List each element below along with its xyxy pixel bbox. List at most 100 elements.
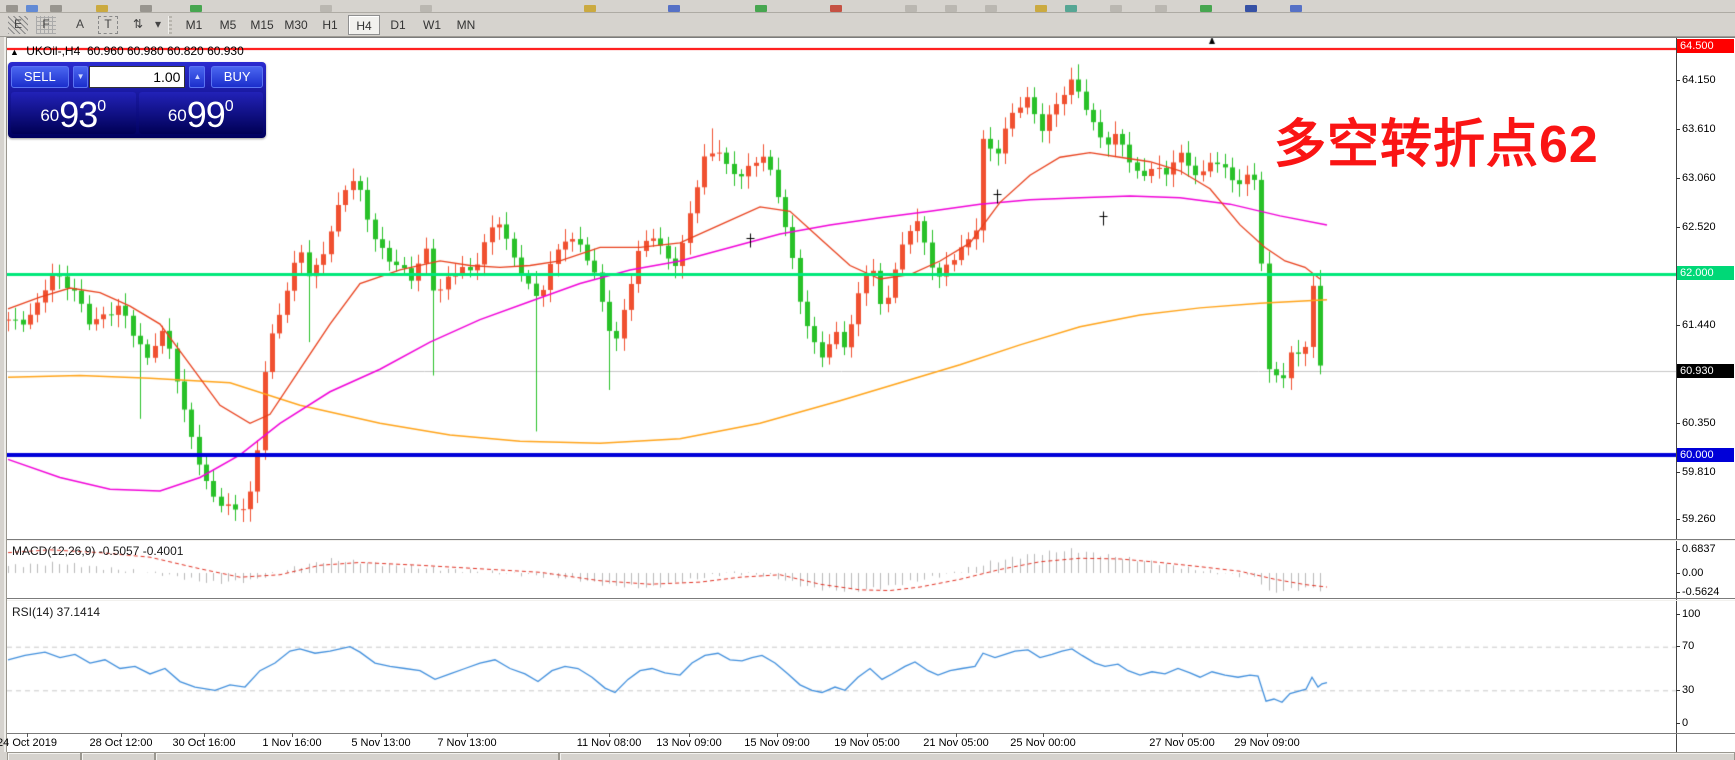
- price-axis-border: [1676, 38, 1677, 752]
- date-axis-label: 24 Oct 2019: [0, 737, 57, 749]
- price-axis-label: 59.260: [1682, 513, 1716, 525]
- timeframe-button-h1[interactable]: H1: [314, 15, 346, 35]
- text-icon[interactable]: A: [70, 16, 90, 34]
- date-axis-label: 25 Nov 00:00: [1010, 737, 1076, 749]
- volume-increase-button[interactable]: ▲: [189, 66, 206, 88]
- chart-annotation-text: 多空转折点62: [1274, 116, 1599, 174]
- timeframe-button-h4[interactable]: H4: [348, 15, 380, 35]
- toolbar-icon-clipped[interactable]: [1245, 5, 1257, 12]
- macd-axis-tick: [1676, 573, 1680, 574]
- buy-price-sup: 0: [224, 98, 234, 115]
- buy-price-display[interactable]: 60990: [138, 92, 263, 135]
- rsi-label: RSI(14) 37.1414: [12, 605, 101, 619]
- price-axis-tick: [1676, 129, 1680, 130]
- status-bar-segment[interactable]: [155, 752, 559, 760]
- status-bar-segment[interactable]: [559, 752, 1735, 760]
- date-axis-tick: [381, 733, 382, 737]
- date-axis-tick: [1267, 733, 1268, 737]
- toolbar-icon-clipped[interactable]: [1290, 5, 1302, 12]
- toolbar-top: [0, 0, 1735, 13]
- toolbar-icon-clipped[interactable]: [830, 5, 842, 12]
- date-axis-tick: [292, 733, 293, 737]
- toolbar-icon-clipped[interactable]: [26, 5, 38, 12]
- timeframe-button-m5[interactable]: M5: [212, 15, 244, 35]
- toolbar-icon-clipped[interactable]: [320, 5, 332, 12]
- panel-divider-2[interactable]: [7, 600, 1735, 601]
- arrows-icon[interactable]: ⇅: [128, 16, 148, 34]
- price-axis-label: 64.150: [1682, 74, 1716, 86]
- panel-divider-1[interactable]: [7, 540, 1735, 541]
- price-axis-badge: 64.500: [1677, 39, 1734, 53]
- dropdown-caret-icon[interactable]: ▾: [148, 16, 168, 34]
- date-axis-label: 19 Nov 05:00: [834, 737, 900, 749]
- toolbar-icon-clipped[interactable]: [50, 5, 62, 12]
- date-axis-tick: [204, 733, 205, 737]
- toolbar-icon-clipped[interactable]: [1065, 5, 1077, 12]
- macd-axis-tick: [1676, 549, 1680, 550]
- one-click-trade-panel: SELL ▼ ▲ BUY 60930 60990: [8, 62, 266, 138]
- status-bar-segment[interactable]: [81, 752, 155, 760]
- price-axis-tick: [1676, 325, 1680, 326]
- sell-price-display[interactable]: 60930: [11, 92, 136, 135]
- toolbar-icon-clipped[interactable]: [755, 5, 767, 12]
- price-axis-label: 60.350: [1682, 417, 1716, 429]
- date-axis-label: 27 Nov 05:00: [1149, 737, 1215, 749]
- timeframe-button-m30[interactable]: M30: [280, 15, 312, 35]
- collapse-triangle-icon[interactable]: ▲: [10, 47, 19, 57]
- timeframe-button-m1[interactable]: M1: [178, 15, 210, 35]
- toolbar-icon-clipped[interactable]: [945, 5, 957, 12]
- equidistant-channel-icon[interactable]: E: [8, 16, 28, 34]
- chart-left-frame: [0, 37, 7, 760]
- date-axis-label: 7 Nov 13:00: [437, 737, 497, 749]
- fibonacci-icon[interactable]: F: [36, 16, 56, 34]
- timeframe-button-w1[interactable]: W1: [416, 15, 448, 35]
- volume-input[interactable]: [89, 66, 186, 88]
- price-axis-badge: 62.000: [1677, 266, 1734, 280]
- mt4-window: E F A T ⇅ ▾ M1 M5 M15 M30 H1 H4 D1 W1 MN ▲ UKOil-,H4 6…: [0, 0, 1735, 760]
- toolbar-icon-clipped[interactable]: [584, 5, 596, 12]
- macd-axis-label: 0.6837: [1682, 543, 1716, 555]
- price-axis-label: 63.610: [1682, 123, 1716, 135]
- timeframe-button-mn[interactable]: MN: [450, 15, 482, 35]
- toolbar-icon-clipped[interactable]: [668, 5, 680, 12]
- toolbar-icon-clipped[interactable]: [190, 5, 202, 12]
- timeframe-button-m15[interactable]: M15: [246, 15, 278, 35]
- status-bar-segment[interactable]: [7, 752, 81, 760]
- rsi-axis-label: 0: [1682, 717, 1689, 729]
- sell-price-sup: 0: [97, 98, 107, 115]
- buy-price-small: 60: [167, 106, 187, 125]
- toolbar-icon-clipped[interactable]: [1035, 5, 1047, 12]
- symbol-name: UKOil-,H4: [26, 44, 81, 58]
- toolbar-icon-clipped[interactable]: [985, 5, 997, 12]
- rsi-axis-label: 100: [1682, 608, 1701, 620]
- price-axis-label: 59.810: [1682, 466, 1716, 478]
- timeframe-button-d1[interactable]: D1: [382, 15, 414, 35]
- toolbar-icon-clipped[interactable]: [96, 5, 108, 12]
- toolbar-icon-clipped[interactable]: [140, 5, 152, 12]
- toolbar-icon-clipped[interactable]: [905, 5, 917, 12]
- toolbar-icon-clipped[interactable]: [1110, 5, 1122, 12]
- buy-price-big: 99: [186, 94, 226, 135]
- rsi-axis-tick: [1676, 690, 1680, 691]
- toolbar-grip[interactable]: [168, 16, 172, 34]
- buy-button[interactable]: BUY: [211, 66, 263, 88]
- sell-button[interactable]: SELL: [11, 66, 69, 88]
- toolbar-icon-clipped[interactable]: [420, 5, 432, 12]
- symbol-header: ▲ UKOil-,H4 60.960 60.980 60.820 60.930: [10, 44, 244, 58]
- date-axis-tick: [1182, 733, 1183, 737]
- date-axis-label: 11 Nov 08:00: [576, 737, 642, 749]
- price-axis-tick: [1676, 423, 1680, 424]
- price-axis-tick: [1676, 227, 1680, 228]
- date-axis-label: 13 Nov 09:00: [656, 737, 722, 749]
- price-axis-label: 63.060: [1682, 172, 1716, 184]
- text-label-icon[interactable]: T: [98, 16, 118, 34]
- date-axis-label: 1 Nov 16:00: [262, 737, 322, 749]
- toolbar-icon-clipped[interactable]: [6, 5, 18, 12]
- macd-axis-tick: [1676, 592, 1680, 593]
- toolbar-icon-clipped[interactable]: [1200, 5, 1212, 12]
- volume-decrease-button[interactable]: ▼: [72, 66, 89, 88]
- toolbar-icon-clipped[interactable]: [1155, 5, 1167, 12]
- sell-price-small: 60: [40, 106, 60, 125]
- date-axis-tick: [121, 733, 122, 737]
- price-axis-badge: 60.000: [1677, 448, 1734, 462]
